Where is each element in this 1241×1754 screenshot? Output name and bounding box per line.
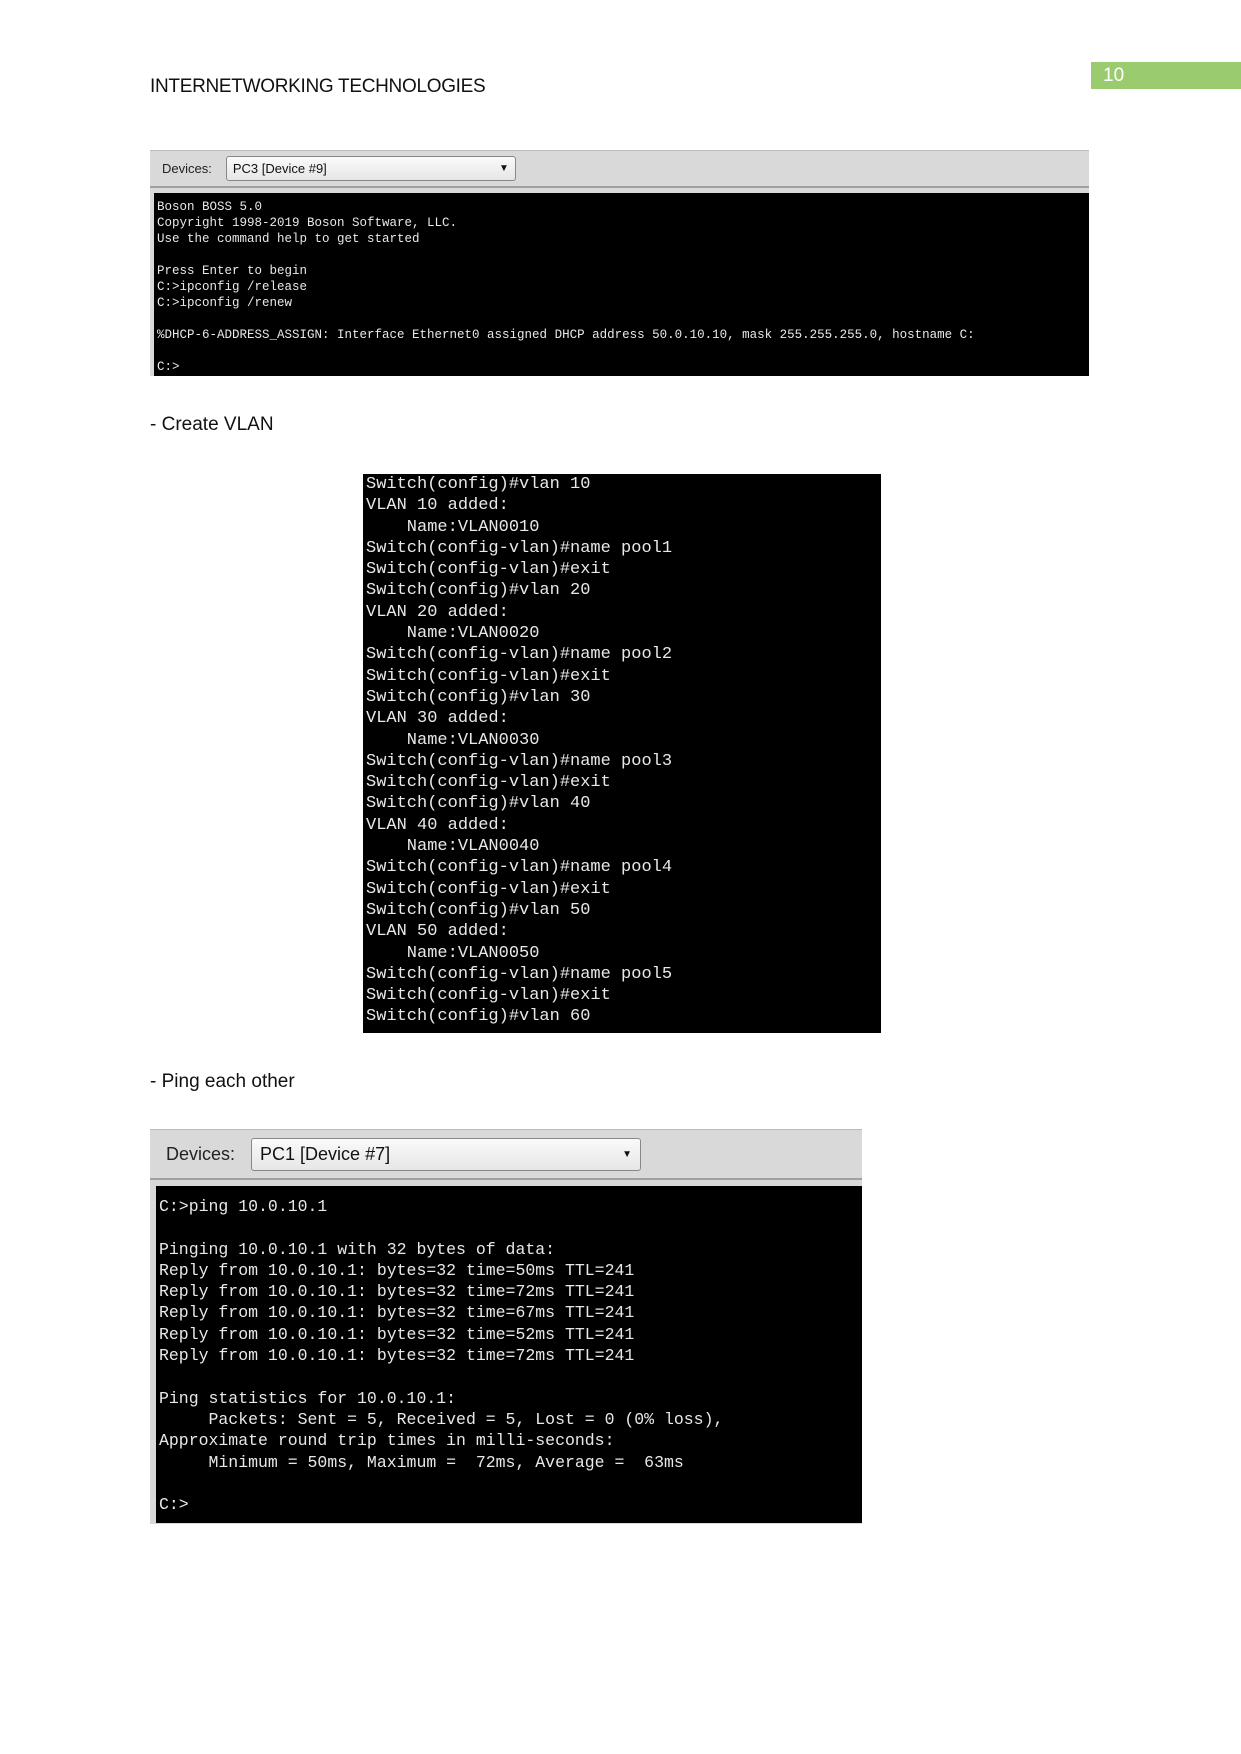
boson-pc3-screenshot: Devices: PC3 [Device #9] ▼ Boson BOSS 5.… [150, 150, 1089, 376]
device-select-value: PC1 [Device #7] [260, 1143, 391, 1164]
device-toolbar: Devices: PC3 [Device #9] ▼ [150, 151, 1089, 188]
vlan-terminal-screenshot: Switch(config)#vlan 10 VLAN 10 added: Na… [363, 474, 881, 1033]
boson-pc1-screenshot: Devices: PC1 [Device #7] ▼ C:>ping 10.0.… [150, 1129, 862, 1524]
devices-label: Devices: [166, 1143, 236, 1164]
device-toolbar: Devices: PC1 [Device #7] ▼ [150, 1130, 862, 1180]
section-ping: - Ping each other [150, 1071, 295, 1092]
running-header: INTERNETWORKING TECHNOLOGIES [150, 76, 486, 97]
section-create-vlan: - Create VLAN [150, 414, 274, 435]
device-select[interactable]: PC1 [Device #7] ▼ [251, 1137, 642, 1171]
device-select[interactable]: PC3 [Device #9] ▼ [225, 156, 516, 181]
chevron-down-icon: ▼ [498, 163, 509, 174]
device-select-value: PC3 [Device #9] [232, 161, 327, 176]
terminal-output: C:>ping 10.0.10.1 Pinging 10.0.10.1 with… [156, 1186, 862, 1523]
devices-label: Devices: [162, 161, 212, 176]
terminal-output: Boson BOSS 5.0 Copyright 1998-2019 Boson… [154, 193, 1089, 376]
document-page: INTERNETWORKING TECHNOLOGIES 10 Devices:… [0, 0, 1241, 1754]
page-number: 10 [1091, 62, 1241, 89]
chevron-down-icon: ▼ [622, 1148, 633, 1160]
